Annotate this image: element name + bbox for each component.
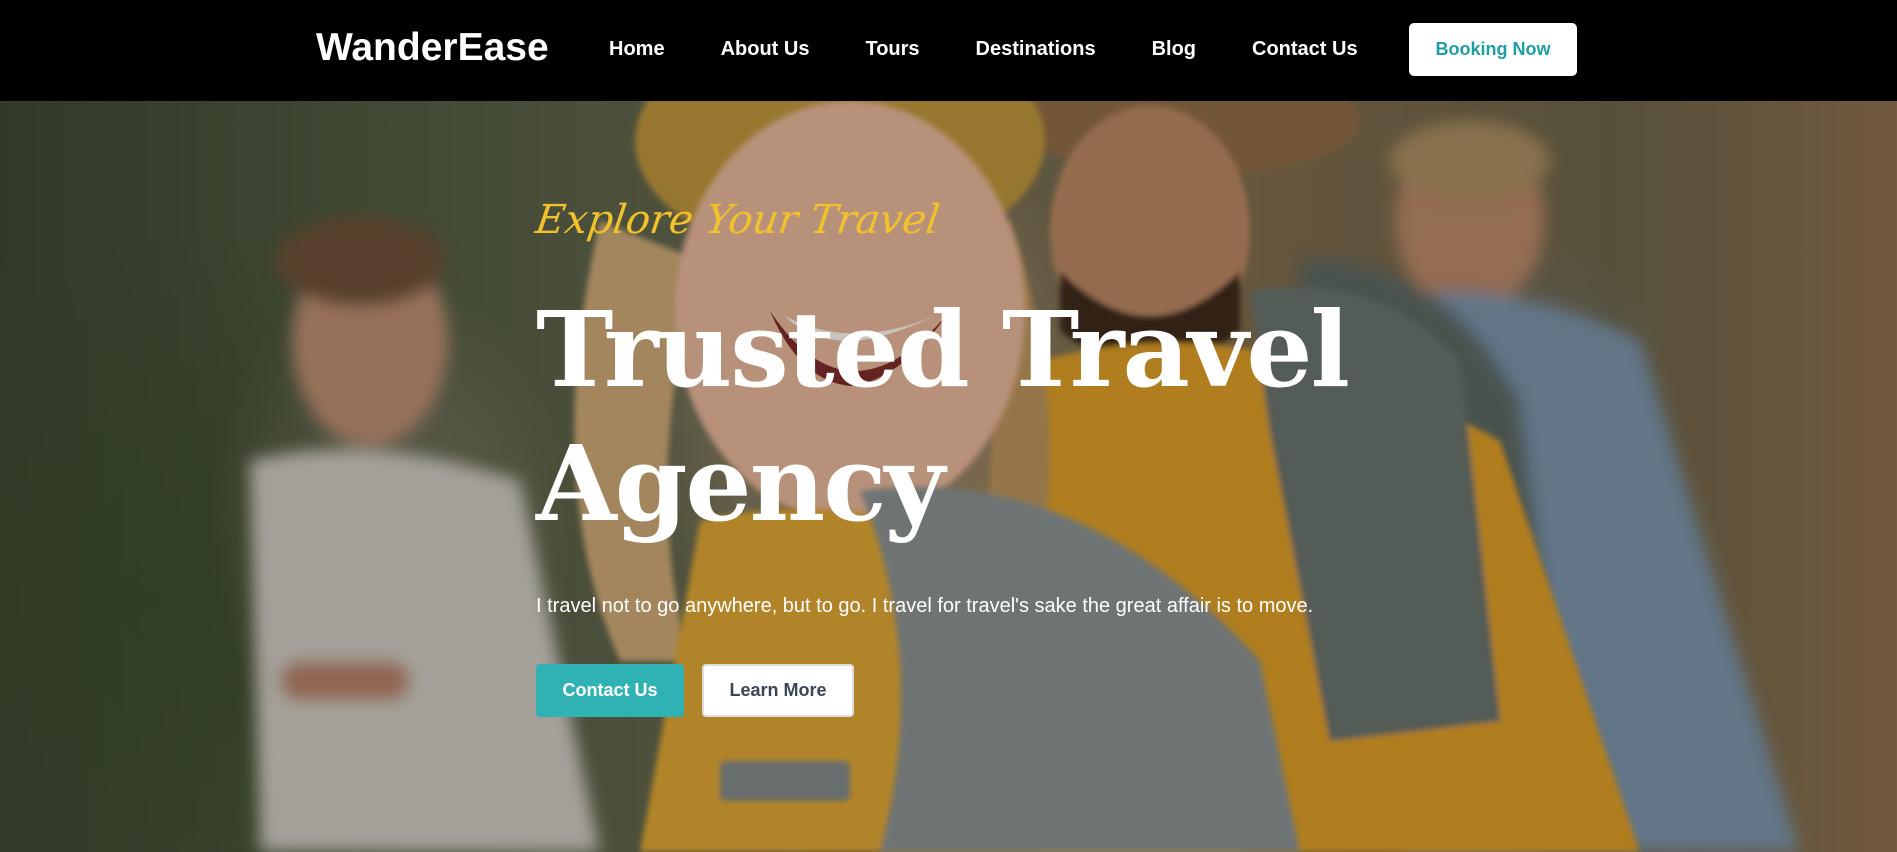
site-header: WanderEase Home About Us Tours Destinati… [0, 0, 1897, 101]
hero-title: Trusted Travel Agency [536, 288, 1350, 545]
learn-more-button[interactable]: Learn More [702, 664, 854, 717]
nav-item-about-us[interactable]: About Us [721, 36, 810, 62]
main-nav: Home About Us Tours Destinations Blog Co… [609, 36, 1358, 62]
nav-item-tours[interactable]: Tours [865, 36, 919, 62]
hero-description: I travel not to go anywhere, but to go. … [536, 595, 1314, 617]
site-logo[interactable]: WanderEase [316, 24, 549, 72]
nav-item-blog[interactable]: Blog [1152, 36, 1196, 62]
hero-button-group: Contact Us Learn More [536, 664, 854, 717]
nav-item-destinations[interactable]: Destinations [976, 36, 1096, 62]
booking-now-button[interactable]: Booking Now [1409, 23, 1577, 76]
hero-section: Explore Your Travel Trusted Travel Agenc… [0, 101, 1897, 852]
contact-us-button[interactable]: Contact Us [536, 664, 684, 717]
nav-item-home[interactable]: Home [609, 36, 665, 62]
nav-item-contact-us[interactable]: Contact Us [1252, 36, 1358, 62]
hero-tagline: Explore Your Travel [532, 197, 943, 243]
